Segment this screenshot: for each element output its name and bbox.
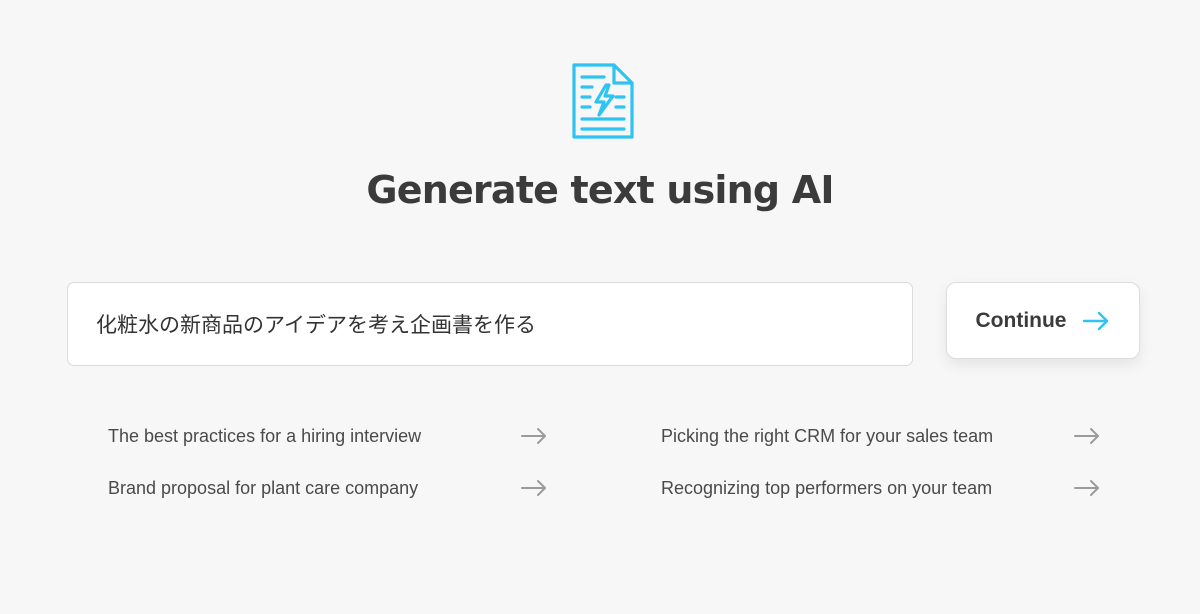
suggestion-item-top-performers[interactable]: Recognizing top performers on your team [661, 470, 1101, 506]
suggestion-item-crm[interactable]: Picking the right CRM for your sales tea… [661, 418, 1101, 454]
suggestion-item-hiring-interview[interactable]: The best practices for a hiring intervie… [108, 418, 548, 454]
suggestion-label: Picking the right CRM for your sales tea… [661, 425, 994, 446]
arrow-right-icon [1074, 480, 1099, 496]
suggestion-label: Brand proposal for plant care company [108, 477, 419, 498]
arrow-right-icon [1083, 311, 1109, 330]
document-lightning-icon [568, 61, 638, 141]
arrow-right-icon [1074, 428, 1099, 444]
arrow-right-icon [521, 480, 546, 496]
continue-label: Continue [975, 308, 1067, 332]
suggestion-item-brand-proposal[interactable]: Brand proposal for plant care company [108, 470, 548, 506]
page: Generate text using AI Continue The best… [0, 0, 1200, 614]
suggestion-list: The best practices for a hiring intervie… [108, 418, 1108, 506]
suggestion-label: Recognizing top performers on your team [661, 477, 993, 498]
arrow-right-icon [521, 428, 546, 444]
prompt-input[interactable] [67, 282, 913, 366]
continue-button[interactable]: Continue [946, 282, 1140, 359]
page-title: Generate text using AI [366, 168, 834, 212]
suggestion-label: The best practices for a hiring intervie… [108, 425, 422, 446]
